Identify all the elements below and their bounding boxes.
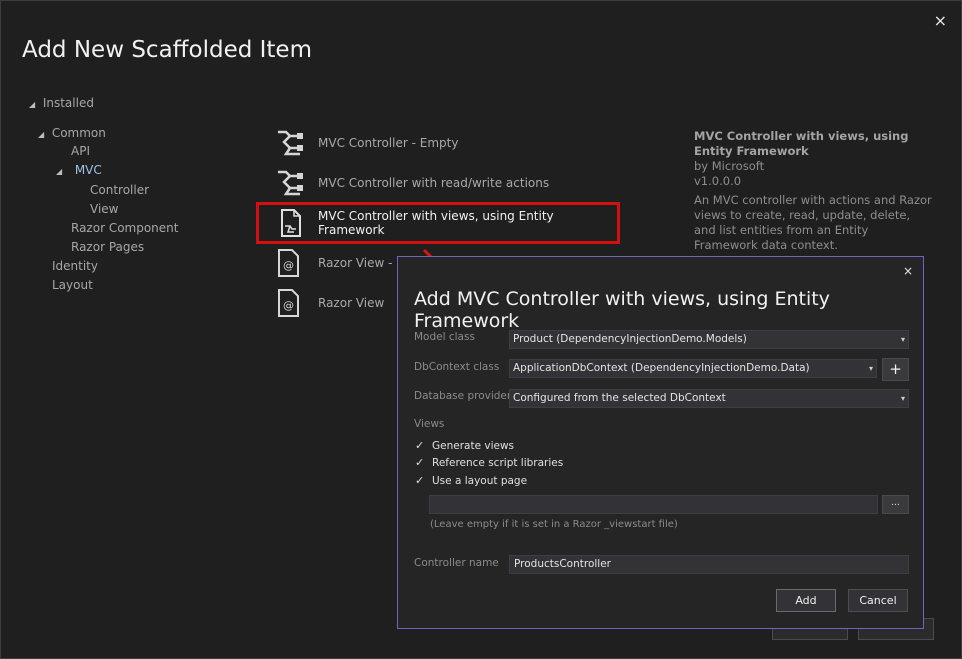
controller-views-icon (274, 208, 306, 238)
controller-name-input[interactable]: ProductsController (509, 555, 909, 574)
expand-triangle-icon[interactable]: ◢ (29, 97, 39, 113)
dialog-title: Add MVC Controller with views, using Ent… (414, 288, 830, 332)
model-class-dropdown[interactable]: Product (DependencyInjectionDemo.Models)… (509, 330, 909, 349)
layout-hint: (Leave empty if it is set in a Razor _vi… (430, 519, 678, 530)
views-section-label: Views (414, 418, 445, 430)
checkbox-label: Use a layout page (432, 474, 528, 487)
tree-item-controller[interactable]: Controller (90, 182, 149, 198)
database-provider-label: Database provider (414, 390, 512, 402)
template-description: MVC Controller with views, using Entity … (694, 129, 934, 253)
razor-view-icon: @ (274, 288, 306, 318)
window-title: Add New Scaffolded Item (22, 37, 312, 63)
template-item[interactable]: MVC Controller with read/write actions (256, 165, 636, 201)
browse-layout-button[interactable]: ... (882, 495, 909, 514)
description-text: An MVC controller with actions and Razor… (694, 193, 932, 252)
tree-item-label: Controller (90, 183, 150, 197)
description-version: v1.0.0.0 (694, 174, 742, 188)
tree-item-label: Common (51, 126, 106, 140)
description-author: by Microsoft (694, 159, 765, 173)
template-label: MVC Controller - Empty (318, 136, 459, 150)
checkbox-label: Reference script libraries (432, 456, 564, 469)
controller-icon (274, 168, 306, 198)
tree-item-label: View (90, 202, 119, 216)
svg-text:@: @ (283, 259, 294, 272)
tree-item-razor-pages[interactable]: Razor Pages (71, 239, 144, 255)
razor-view-icon: @ (274, 248, 306, 278)
checkmark-icon[interactable]: ✓ (415, 474, 427, 487)
tree-item-label: Razor Pages (71, 240, 145, 254)
template-label: Razor View - E (318, 256, 404, 270)
template-label: MVC Controller with views, using Entity … (318, 209, 554, 237)
add-dbcontext-button[interactable]: + (882, 358, 909, 381)
tree-item-common[interactable]: ◢ Common (38, 125, 106, 143)
expand-triangle-icon[interactable]: ◢ (38, 127, 48, 143)
dbcontext-dropdown[interactable]: ApplicationDbContext (DependencyInjectio… (509, 359, 877, 378)
database-provider-value: Configured from the selected DbContext (513, 392, 726, 404)
database-provider-dropdown[interactable]: Configured from the selected DbContext ▾ (509, 389, 909, 408)
checkmark-icon[interactable]: ✓ (415, 439, 427, 452)
svg-text:@: @ (283, 299, 294, 312)
model-class-value: Product (DependencyInjectionDemo.Models) (513, 333, 747, 345)
use-layout-page-checkbox[interactable]: ✓ Use a layout page (415, 474, 527, 487)
checkmark-icon[interactable]: ✓ (415, 456, 427, 469)
template-label: MVC Controller with read/write actions (318, 176, 550, 190)
tree-item-razor-component[interactable]: Razor Component (71, 220, 178, 236)
tree-item-label: API (71, 144, 90, 158)
close-icon[interactable]: × (934, 11, 947, 30)
model-class-label: Model class (414, 331, 475, 343)
tree-item-identity[interactable]: Identity (52, 258, 98, 274)
template-item-selected[interactable]: MVC Controller with views, using Entity … (256, 202, 620, 244)
template-label: Razor View (318, 296, 385, 310)
description-title: MVC Controller with views, using Entity … (694, 129, 909, 158)
controller-name-label: Controller name (414, 557, 499, 569)
add-controller-dialog: × Add MVC Controller with views, using E… (397, 256, 924, 629)
tree-item-label: MVC (74, 163, 102, 177)
dbcontext-value: ApplicationDbContext (DependencyInjectio… (513, 362, 810, 374)
tree-item-label: Razor Component (71, 221, 179, 235)
layout-page-input[interactable] (429, 495, 878, 514)
tree-item-layout[interactable]: Layout (52, 277, 93, 293)
chevron-down-icon: ▾ (900, 394, 905, 403)
chevron-down-icon: ▾ (868, 364, 873, 373)
reference-scripts-checkbox[interactable]: ✓ Reference script libraries (415, 456, 563, 469)
chevron-down-icon: ▾ (900, 335, 905, 344)
controller-icon (274, 128, 306, 158)
dbcontext-label: DbContext class (414, 361, 500, 373)
add-button[interactable]: Add (776, 589, 836, 612)
tree-item-label: Installed (42, 96, 94, 110)
tree-item-view[interactable]: View (90, 201, 118, 217)
template-item[interactable]: MVC Controller - Empty (256, 125, 636, 161)
tree-item-api[interactable]: API (71, 143, 90, 159)
tree-item-mvc[interactable]: ◢ MVC (56, 162, 102, 180)
cancel-button[interactable]: Cancel (848, 589, 908, 612)
close-icon[interactable]: × (903, 264, 913, 278)
expand-triangle-icon[interactable]: ◢ (56, 164, 66, 180)
tree-item-installed[interactable]: ◢ Installed (29, 95, 94, 113)
tree-item-label: Layout (52, 278, 93, 292)
generate-views-checkbox[interactable]: ✓ Generate views (415, 439, 514, 452)
tree-item-label: Identity (52, 259, 98, 273)
checkbox-label: Generate views (432, 439, 515, 452)
